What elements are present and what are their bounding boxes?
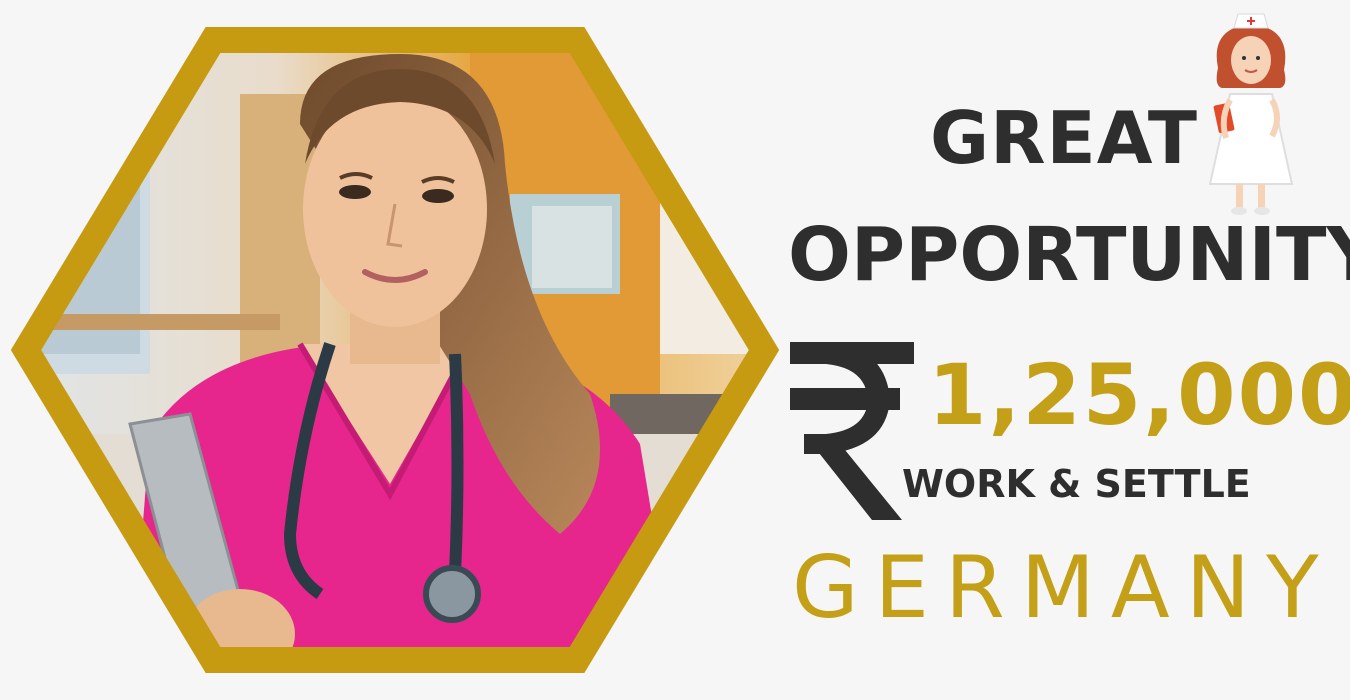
salary-amount: 1,25,000 xyxy=(928,346,1350,444)
headline-great: GREAT xyxy=(930,96,1198,180)
country-name: GERMANY xyxy=(792,538,1335,638)
tagline: WORK & SETTLE xyxy=(902,462,1251,506)
hexagon-photo-frame xyxy=(0,14,790,686)
hero-photo xyxy=(10,27,780,673)
rupee-icon xyxy=(786,338,916,524)
cartoon-nurse-icon xyxy=(1196,8,1306,220)
banner: GREAT OPPORTUNITY 1,25,000 WORK & SETTLE… xyxy=(0,0,1350,700)
headline-opportunity: OPPORTUNITY xyxy=(788,212,1350,298)
